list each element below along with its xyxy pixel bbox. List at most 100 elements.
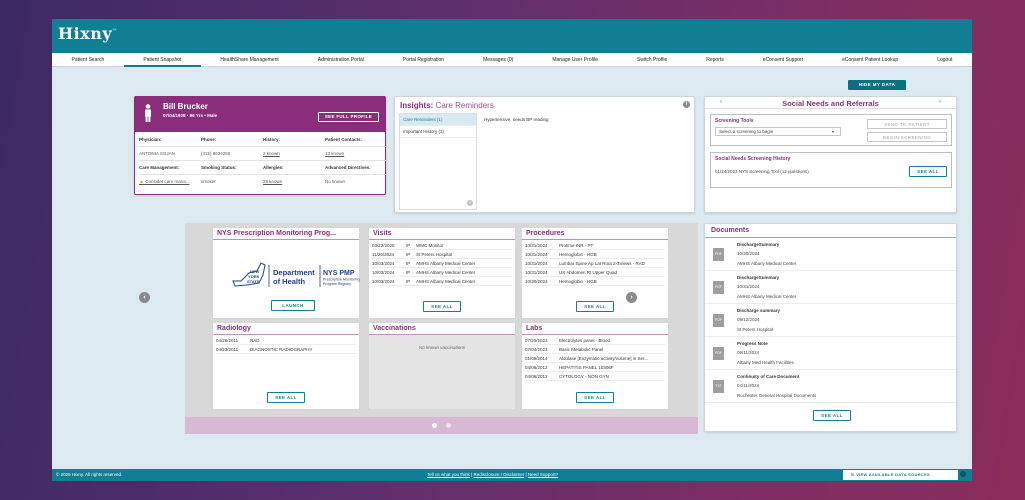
nav-messages[interactable]: Messages (0) (464, 53, 533, 67)
carousel-prev-icon[interactable]: ‹ (139, 292, 150, 303)
view-data-sources-button[interactable]: ↻ VIEW AVAILABLE DATA SOURCES (843, 470, 958, 480)
see-all-documents-button[interactable]: SEE ALL (813, 410, 851, 421)
screening-tools-box: Screening Tools Select a screening to be… (710, 114, 952, 146)
nav-patient-search[interactable]: Patient Search (52, 53, 124, 67)
nav-econsent-patient-lookup[interactable]: eConsent Patient Lookup (823, 53, 918, 67)
scroll-down-icon[interactable]: ▾ (467, 200, 473, 206)
insights-card: Insights: Care Reminders i Care Reminder… (394, 96, 695, 213)
document-date: 10/31/2024 (737, 284, 760, 289)
list-item[interactable]: 10/31/2024 Lumbar Spine Ap Lat Rout 2-3Vi… (525, 259, 665, 268)
nav-logout[interactable]: Logout (918, 53, 972, 67)
list-item[interactable]: 04/06/2012 HEPATITIS PANEL 10306F (525, 363, 665, 372)
document-item[interactable]: PDF Progress Note 09/11/2024 Albany Med … (705, 337, 956, 370)
nav-patient-snapshot[interactable]: Patient Snapshot (123, 53, 201, 67)
carousel-dot[interactable] (446, 423, 451, 428)
list-item[interactable]: 10/03/2024 IP AMHS Albany Medical Center (372, 268, 512, 277)
labs-title: Labs (522, 323, 668, 335)
svg-text:Prescription Monitoring: Prescription Monitoring (323, 278, 360, 282)
documents-title: Documents (705, 224, 956, 238)
nav-healthshare-management[interactable]: HealthShare Management (201, 53, 298, 67)
carousel-dot-active[interactable] (432, 423, 437, 428)
insights-title: Insights: Care Reminders (400, 101, 494, 110)
pmp-tile: NYS Prescription Monitoring Prog... NEW … (212, 227, 360, 319)
launch-pmp-button[interactable]: LAUNCH (271, 300, 315, 311)
nav-reports[interactable]: Reports (687, 53, 744, 67)
begin-screening-button[interactable]: BEGIN SCREENING (867, 132, 947, 142)
document-item[interactable]: TXT Continuity of Care Document 04/11/20… (705, 370, 956, 403)
carousel-next-icon[interactable]: › (626, 292, 637, 303)
tab-important-history[interactable]: Important History (3) (400, 126, 476, 138)
clinical-carousel: NYS Prescription Monitoring Prog... NEW … (185, 223, 698, 434)
history-label: History: (263, 137, 281, 142)
document-date: 09/11/2024 (737, 350, 760, 355)
see-full-profile-button[interactable]: SEE FULL PROFILE (318, 112, 379, 122)
allergies-link[interactable]: 28 known (263, 176, 325, 187)
physician-label: Physician: (139, 137, 162, 142)
list-item[interactable]: 10/31/2024 Protime INR - PT (525, 241, 665, 250)
help-icon[interactable] (960, 471, 966, 477)
document-item[interactable]: PDF DischargeSummary 10/31/2024 AMHS Alb… (705, 271, 956, 304)
list-item[interactable]: 04/23/2011 DIAGNOSTIC RADIOGRAPHY (216, 345, 356, 354)
footer: © 2025 Hixny. All rights reserved. Tell … (52, 469, 972, 481)
document-name: DischargeSummary (737, 275, 780, 280)
app-window: Hixny™ Patient Search Patient Snapshot H… (52, 19, 972, 481)
advanced-directives-label: Advanced Directives: (325, 165, 371, 170)
list-item[interactable]: 10/31/2024 US Abdomen Rt Upper Quad (525, 268, 665, 277)
procedures-title: Procedures (522, 228, 668, 240)
hixny-logo[interactable]: Hixny™ (58, 24, 118, 43)
document-source: Albany Med Health Facilities (737, 360, 794, 365)
history-link[interactable]: 2 known (263, 148, 325, 159)
document-name: DischargeSummary (737, 242, 780, 247)
document-source: AMHS Albany Medical Center (737, 261, 797, 266)
procedures-list: 10/31/2024 Protime INR - PT 10/31/2024 Hem… (522, 240, 668, 287)
list-item[interactable]: 10/03/2024 IP AMHS Albany Medical Center (372, 259, 512, 268)
see-all-procedures-button[interactable]: SEE ALL (576, 301, 614, 312)
see-all-screenings-button[interactable]: SEE ALL (909, 166, 947, 177)
nav-switch-profile[interactable]: Switch Profile (617, 53, 686, 67)
document-date: 09/12/2024 (737, 317, 760, 322)
care-management-link[interactable]: ▲ Consider care mana... (139, 176, 201, 187)
pmp-title: NYS Prescription Monitoring Prog... (213, 228, 359, 240)
list-item[interactable]: 04/26/2011 RAD (216, 336, 356, 345)
list-item[interactable]: 03/22/2025 IP WMC Monitor (372, 241, 512, 250)
list-item[interactable]: 07/20/2023 Electrolytes panel - Blood (525, 336, 665, 345)
feedback-link[interactable]: Tell us what you think (427, 472, 470, 477)
nav-manage-user-profile[interactable]: Manage User Profile (533, 53, 618, 67)
list-item[interactable]: 01/09/2014 Aldolase [Enzymatic activity/v… (525, 354, 665, 363)
document-item[interactable]: PDF Discharge summary 09/12/2024 St Pete… (705, 304, 956, 337)
nav-administration-portal[interactable]: Administration Portal (298, 53, 383, 67)
documents-card: Documents PDF DischargeSummary 10/30/202… (704, 223, 957, 432)
list-item[interactable]: 10/30/2024 Hemoglobin - HGB (525, 277, 665, 286)
info-icon[interactable]: i (683, 101, 690, 108)
list-item[interactable]: 11/26/2024 IP St Peters Hospital (372, 250, 512, 259)
pdf-icon: PDF (713, 347, 724, 360)
tab-care-reminders[interactable]: Care Reminders (1) (400, 114, 476, 126)
document-date: 04/11/2024 (737, 383, 760, 388)
patient-name: Bill Brucker (163, 102, 208, 111)
pdf-icon: PDF (713, 281, 724, 294)
chevron-right-icon[interactable]: › (939, 99, 941, 105)
divider (139, 174, 389, 175)
care-management-label: Care Management: (139, 165, 180, 170)
disclaimer-link[interactable]: Redisclosure / Disclaimer (473, 472, 524, 477)
see-all-visits-button[interactable]: SEE ALL (423, 301, 461, 312)
screening-select[interactable]: Select a screening to begin ▾ (715, 127, 841, 136)
svg-text:Program Registry: Program Registry (323, 282, 351, 286)
nav-econsent-support[interactable]: eConsent Support (743, 53, 822, 67)
nav-portal-registration[interactable]: Portal Registration (383, 53, 463, 67)
list-item[interactable]: 10/03/2024 IP AMHS Albany Medical Center (372, 277, 512, 286)
screening-history-row: 01/24/2023 NYS Screening Tool (12 questi… (715, 169, 809, 174)
patient-contacts-link[interactable]: 13 known (325, 148, 389, 159)
support-link[interactable]: Need Support? (528, 472, 558, 477)
procedures-tile: Procedures 10/31/2024 Protime INR - PT 10… (521, 227, 669, 319)
see-all-labs-button[interactable]: SEE ALL (576, 392, 614, 403)
svg-text:Department: Department (273, 268, 315, 277)
list-item[interactable]: 04/06/2012 CYTOLOGY - NON GYN (525, 372, 665, 381)
send-to-patient-button[interactable]: SEND TO PATIENT (867, 119, 947, 129)
document-item[interactable]: PDF DischargeSummary 10/30/2024 AMHS Alb… (705, 238, 956, 271)
hide-my-data-button[interactable]: HIDE MY DATA (848, 80, 906, 90)
see-all-radiology-button[interactable]: SEE ALL (267, 392, 305, 403)
list-item[interactable]: 10/31/2024 Hemoglobin - HGB (525, 250, 665, 259)
list-item[interactable]: 07/04/2023 Basic Metabolic Panel (525, 345, 665, 354)
brand-bar: Hixny™ (52, 19, 972, 53)
